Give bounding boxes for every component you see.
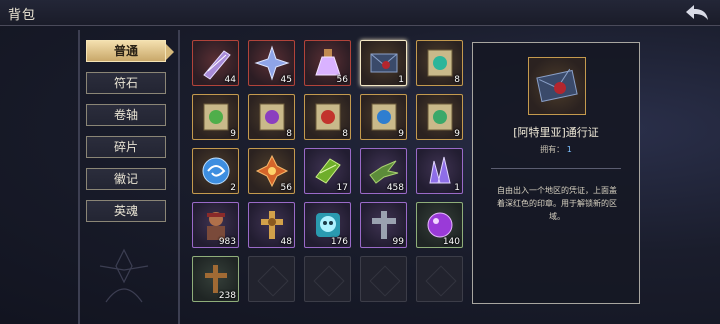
item-count: 176 <box>330 237 348 247</box>
inventory-slot[interactable]: 1 <box>360 40 407 86</box>
detail-item-name: [阿特里亚]通行证 <box>513 126 599 139</box>
purple-rune-scroll-icon <box>259 103 285 131</box>
item-count: 17 <box>336 183 348 193</box>
item-count: 8 <box>286 129 292 139</box>
item-count: 99 <box>392 237 404 247</box>
owned-label: 拥有： <box>540 145 565 154</box>
inventory-slot[interactable]: 9 <box>192 94 239 140</box>
cyan-rune-scroll-icon <box>427 49 453 77</box>
empty-inventory-slot[interactable] <box>248 256 295 302</box>
item-detail-panel: [阿特里亚]通行证 拥有： 1 自由出入一个地区的凭证，上面盖着深红色的印章。用… <box>472 42 640 304</box>
inventory-slot[interactable]: 9 <box>416 94 463 140</box>
item-count: 2 <box>230 183 236 193</box>
tab-4[interactable]: 徽记 <box>86 168 166 190</box>
tab-0[interactable]: 普通 <box>86 40 174 62</box>
detail-owned: 拥有： 1 <box>473 144 639 155</box>
item-count: 140 <box>442 237 460 247</box>
item-count: 983 <box>218 237 236 247</box>
item-count: 238 <box>218 291 236 301</box>
page-title: 背包 <box>8 8 37 23</box>
item-count: 9 <box>454 129 460 139</box>
item-count: 8 <box>342 129 348 139</box>
inventory-slot[interactable]: 983 <box>192 202 239 248</box>
item-count: 56 <box>336 75 348 85</box>
inventory-slot[interactable]: 44 <box>192 40 239 86</box>
empty-inventory-slot[interactable] <box>360 256 407 302</box>
item-count: 45 <box>280 75 292 85</box>
sealed-letter-icon <box>536 68 578 103</box>
inventory-slot[interactable]: 9 <box>360 94 407 140</box>
item-count: 48 <box>280 237 292 247</box>
inventory-slot[interactable]: 8 <box>304 94 351 140</box>
inventory-screen: 背包 普通 符石 卷轴 碎片 徽记 英魂 44 45 56 1 8 9 8 8 9 9 2 56 17 458 1 98… <box>0 0 720 324</box>
green-sigil-scroll-icon <box>427 103 453 131</box>
inventory-slot[interactable]: 458 <box>360 148 407 194</box>
inventory-slot[interactable]: 140 <box>416 202 463 248</box>
inventory-slot[interactable]: 45 <box>248 40 295 86</box>
owned-value: 1 <box>566 145 572 154</box>
inventory-slot[interactable]: 176 <box>304 202 351 248</box>
category-tabs: 普通符石卷轴碎片徽记英魂 <box>86 40 174 232</box>
inventory-slot[interactable]: 2 <box>192 148 239 194</box>
ornament-icon <box>99 248 149 303</box>
sealed-letter-icon <box>370 53 398 73</box>
item-count: 1 <box>398 75 404 85</box>
inventory-grid: 44 45 56 1 8 9 8 8 9 9 2 56 17 458 1 983 48 176 99 140 238 <box>192 40 466 310</box>
item-count: 9 <box>230 129 236 139</box>
back-arrow-icon[interactable] <box>684 3 710 23</box>
empty-inventory-slot[interactable] <box>416 256 463 302</box>
inventory-slot[interactable]: 1 <box>416 148 463 194</box>
tab-5[interactable]: 英魂 <box>86 200 166 222</box>
top-bar: 背包 <box>0 0 720 26</box>
green-rune-scroll-icon <box>203 103 229 131</box>
purple-crystal-cluster-icon <box>429 156 451 184</box>
item-count: 1 <box>454 183 460 193</box>
red-rune-scroll-icon <box>315 103 341 131</box>
blue-swirl-orb-icon <box>202 157 230 185</box>
tab-3[interactable]: 碎片 <box>86 136 166 158</box>
tab-2[interactable]: 卷轴 <box>86 104 166 126</box>
blue-rune-scroll-icon <box>371 103 397 131</box>
left-divider-line <box>78 30 80 324</box>
inventory-slot[interactable]: 8 <box>248 94 295 140</box>
item-count: 458 <box>386 183 404 193</box>
inventory-slot[interactable]: 56 <box>248 148 295 194</box>
inventory-slot[interactable]: 17 <box>304 148 351 194</box>
detail-divider <box>491 168 621 169</box>
tab-divider-line <box>178 30 180 324</box>
item-count: 9 <box>398 129 404 139</box>
detail-item-image <box>528 57 586 115</box>
inventory-slot[interactable]: 238 <box>192 256 239 302</box>
item-count: 8 <box>454 75 460 85</box>
inventory-slot[interactable]: 99 <box>360 202 407 248</box>
inventory-slot[interactable]: 56 <box>304 40 351 86</box>
item-count: 56 <box>280 183 292 193</box>
tab-1[interactable]: 符石 <box>86 72 166 94</box>
item-count: 44 <box>224 75 236 85</box>
inventory-slot[interactable]: 8 <box>416 40 463 86</box>
empty-inventory-slot[interactable] <box>304 256 351 302</box>
detail-description: 自由出入一个地区的凭证，上面盖着深红色的印章。用于解锁新的区域。 <box>497 186 617 221</box>
inventory-slot[interactable]: 48 <box>248 202 295 248</box>
